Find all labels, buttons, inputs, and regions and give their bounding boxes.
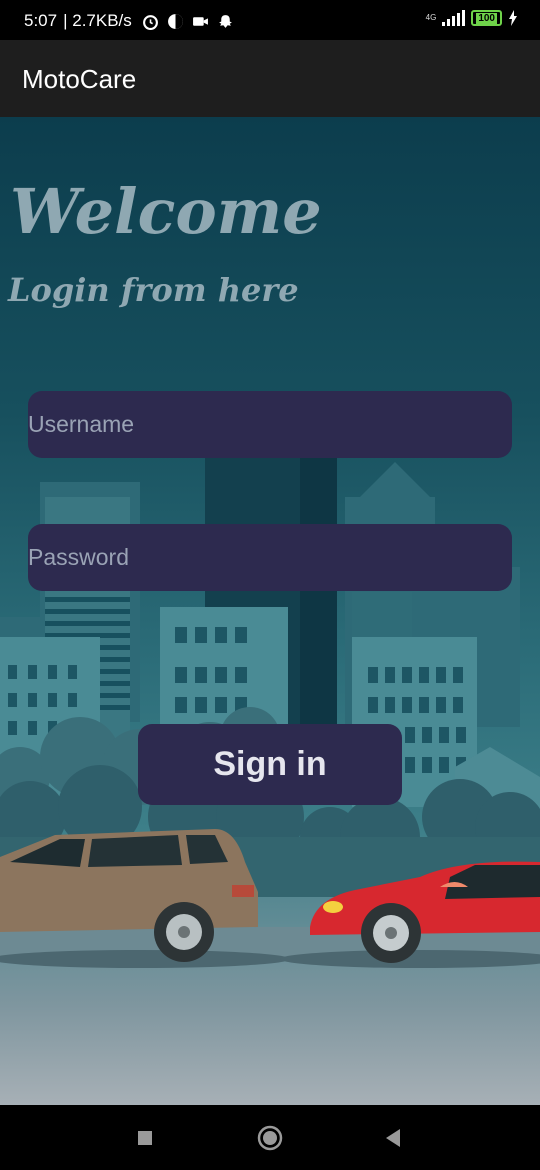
status-notification-icons <box>142 13 234 30</box>
status-left: 5:07 | 2.7KB/s <box>24 11 234 31</box>
navigation-bar <box>0 1105 540 1170</box>
city-background-illustration <box>0 457 540 968</box>
battery-icon: 100 <box>471 10 502 26</box>
username-field <box>28 391 512 458</box>
back-button[interactable] <box>380 1125 406 1151</box>
square-icon <box>138 1131 152 1145</box>
status-speed: | 2.7KB/s <box>63 11 132 30</box>
battery-level: 100 <box>476 12 497 24</box>
vpn-icon <box>167 13 183 29</box>
login-screen: Welcome Login from here Sign in <box>0 117 540 1105</box>
recent-apps-button[interactable] <box>132 1125 158 1151</box>
password-field <box>28 524 512 591</box>
circle-icon <box>257 1125 283 1151</box>
sign-in-button[interactable]: Sign in <box>138 724 402 805</box>
status-right: 4G 100 <box>426 10 518 26</box>
status-time: 5:07 <box>24 11 58 30</box>
network-type: 4G <box>425 13 437 22</box>
username-input[interactable] <box>28 411 512 438</box>
video-camera-icon <box>192 16 208 26</box>
login-subtitle: Login from here <box>8 271 299 309</box>
welcome-heading: Welcome <box>10 175 322 248</box>
app-title: MotoCare <box>22 64 137 94</box>
charging-icon <box>509 10 517 26</box>
password-input[interactable] <box>28 544 512 571</box>
status-bar: 5:07 | 2.7KB/s 4G 100 <box>0 0 540 40</box>
home-button[interactable] <box>257 1125 283 1151</box>
snapchat-icon <box>218 14 232 28</box>
back-triangle-icon <box>386 1129 400 1147</box>
alarm-icon <box>142 14 158 30</box>
app-bar: MotoCare <box>0 40 540 117</box>
signal-icon <box>442 10 466 26</box>
